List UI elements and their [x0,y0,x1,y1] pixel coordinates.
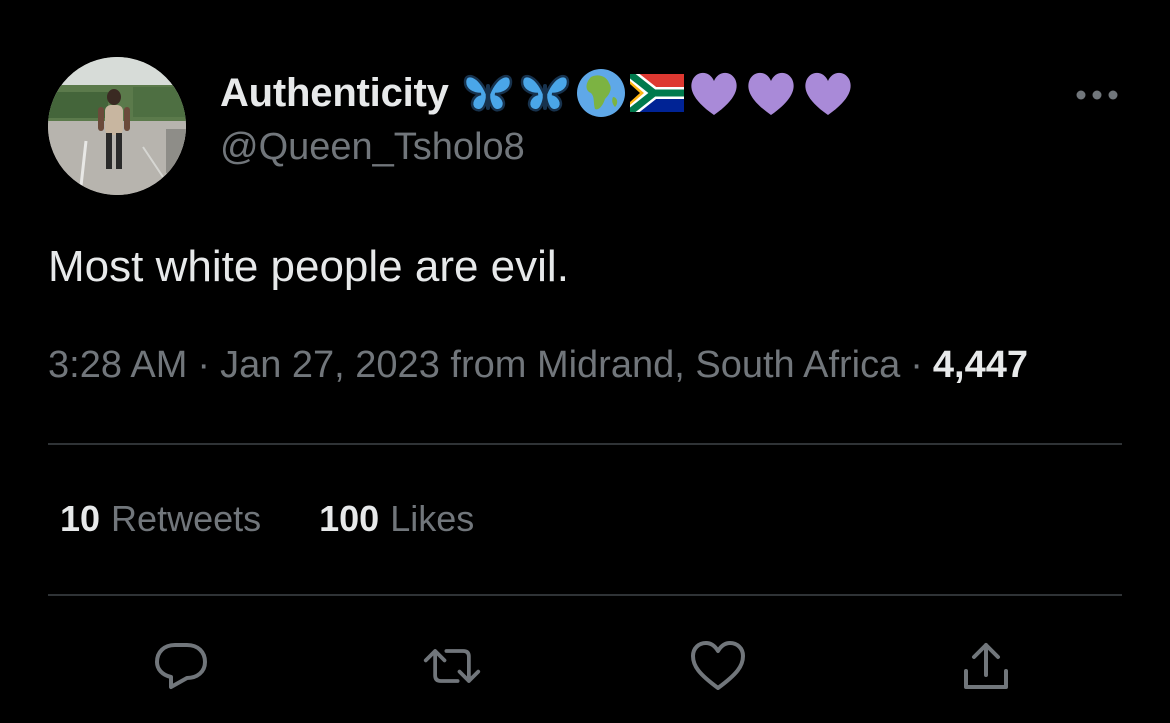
south-africa-flag-icon [629,74,684,112]
share-button[interactable] [956,636,1016,696]
butterfly-icon [463,74,512,112]
tweet-time[interactable]: 3:28 AM [48,344,187,386]
name-emojis [461,67,855,119]
more-options-button[interactable] [1072,80,1122,110]
avatar-photo [48,57,186,195]
engagement-stats: 10 Retweets 100 Likes [60,498,474,540]
likes-label: Likes [390,498,475,539]
tweet-detail: Authenticity @Queen_Tsholo8 Most white p… [0,0,1170,723]
reply-icon [155,643,207,689]
likes-count: 100 [319,498,380,539]
purple-heart-icon [691,72,737,115]
display-name[interactable]: Authenticity [220,71,449,116]
avatar[interactable] [48,57,186,195]
retweets-label: Retweets [111,498,262,539]
tweet-text: Most white people are evil. [48,242,569,291]
globe-africa-icon [576,69,625,117]
divider [48,443,1122,445]
author-name-row[interactable]: Authenticity [220,64,855,122]
tweet-date[interactable]: Jan 27, 2023 [220,344,440,386]
share-icon [964,643,1008,689]
tweet-location: from Midrand, South Africa [450,344,901,386]
divider [48,594,1122,596]
likes-stat[interactable]: 100 Likes [319,498,474,540]
separator: · [197,344,211,386]
like-button[interactable] [688,636,748,696]
author-handle[interactable]: @Queen_Tsholo8 [220,126,525,169]
more-dots-icon [1076,90,1118,100]
reply-button[interactable] [151,636,211,696]
heart-outline-icon [691,641,745,690]
retweets-stat[interactable]: 10 Retweets [60,498,261,540]
retweets-count: 10 [60,498,101,539]
retweet-button[interactable] [422,636,482,696]
retweet-icon [423,649,481,683]
butterfly-icon [520,74,569,112]
purple-heart-icon [748,72,794,115]
view-count[interactable]: 4,447 [933,344,1028,386]
tweet-metadata: 3:28 AM · Jan 27, 2023 from Midrand, South… [48,344,1028,387]
purple-heart-icon [805,72,851,115]
separator: · [910,344,923,386]
